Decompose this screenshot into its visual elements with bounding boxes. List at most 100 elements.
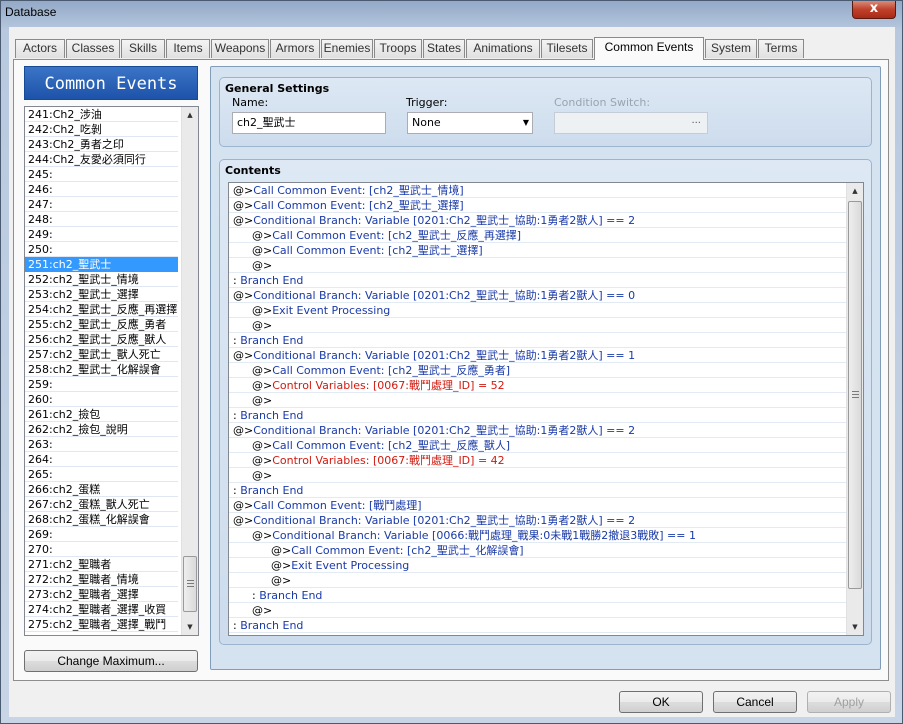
- command-line[interactable]: @>Call Common Event: [ch2_聖武士_化解誤會]: [229, 543, 846, 558]
- list-item[interactable]: 260:: [25, 392, 178, 407]
- command-line[interactable]: @>Call Common Event: [ch2_聖武士_反應_勇者]: [229, 363, 846, 378]
- common-events-list[interactable]: 241:Ch2_涉油 242:Ch2_吃剝 243:Ch2_勇者之印 244:Ch2_…: [24, 106, 199, 636]
- event-commands-list[interactable]: @>Call Common Event: [ch2_聖武士_情境] @>Call …: [228, 182, 864, 636]
- list-item[interactable]: 262:ch2_撿包_說明: [25, 422, 178, 437]
- command-line[interactable]: @>Call Common Event: [ch2_聖武士_選擇]: [229, 198, 846, 213]
- command-line[interactable]: : Branch End: [229, 408, 846, 423]
- list-item[interactable]: 273:ch2_聖職者_選擇: [25, 587, 178, 602]
- command-line[interactable]: @>Call Common Event: [ch2_聖武士_情境]: [229, 183, 846, 198]
- trigger-select[interactable]: None ▼: [407, 112, 533, 134]
- command-text: Exit Event Processing: [272, 304, 391, 317]
- list-item[interactable]: 274:ch2_聖職者_選擇_收買: [25, 602, 178, 617]
- list-item[interactable]: 241:Ch2_涉油: [25, 107, 178, 122]
- scroll-up-arrow-icon[interactable]: ▲: [182, 107, 198, 123]
- command-line[interactable]: @>Conditional Branch: Variable [0201:Ch2…: [229, 423, 846, 438]
- command-line[interactable]: @>Call Common Event: [ch2_聖武士_反應_獸人]: [229, 438, 846, 453]
- list-item[interactable]: 245:: [25, 167, 178, 182]
- command-line[interactable]: @>Conditional Branch: Variable [0201:Ch2…: [229, 513, 846, 528]
- list-item[interactable]: 263:: [25, 437, 178, 452]
- command-line[interactable]: @>Call Common Event: [ch2_聖武士_選擇]: [229, 243, 846, 258]
- command-line[interactable]: @>: [229, 318, 846, 333]
- contents-scrollbar[interactable]: ▲ ▼: [846, 183, 863, 635]
- list-item[interactable]: 271:ch2_聖職者: [25, 557, 178, 572]
- command-line[interactable]: @>Control Variables: [0067:戰鬥處理_ID] = 42: [229, 453, 846, 468]
- command-line[interactable]: @>Conditional Branch: Variable [0201:Ch2…: [229, 288, 846, 303]
- tab-enemies[interactable]: Enemies: [321, 39, 373, 58]
- scroll-thumb[interactable]: [848, 201, 862, 589]
- command-line[interactable]: : Branch End: [229, 273, 846, 288]
- tab-terms[interactable]: Terms: [758, 39, 804, 58]
- list-item[interactable]: 261:ch2_撿包: [25, 407, 178, 422]
- tab-items[interactable]: Items: [166, 39, 210, 58]
- list-item[interactable]: 247:: [25, 197, 178, 212]
- apply-button[interactable]: Apply: [807, 691, 891, 713]
- name-field[interactable]: ch2_聖武士: [232, 112, 386, 134]
- command-line[interactable]: : Branch End: [229, 483, 846, 498]
- tab-armors[interactable]: Armors: [270, 39, 320, 58]
- list-item[interactable]: 243:Ch2_勇者之印: [25, 137, 178, 152]
- tab-weapons[interactable]: Weapons: [211, 39, 269, 58]
- tab-skills[interactable]: Skills: [121, 39, 165, 58]
- close-button[interactable]: x: [852, 1, 896, 19]
- scroll-thumb[interactable]: [183, 556, 197, 612]
- command-line[interactable]: @>: [229, 258, 846, 273]
- list-item[interactable]: 252:ch2_聖武士_情境: [25, 272, 178, 287]
- list-item[interactable]: 244:Ch2_友愛必須同行: [25, 152, 178, 167]
- list-item[interactable]: 254:ch2_聖武士_反應_再選擇: [25, 302, 178, 317]
- command-line[interactable]: @>Call Common Event: [ch2_聖武士_反應_再選擇]: [229, 228, 846, 243]
- list-item[interactable]: 275:ch2_聖職者_選擇_戰鬥: [25, 617, 178, 632]
- cancel-button[interactable]: Cancel: [713, 691, 797, 713]
- change-maximum-button[interactable]: Change Maximum...: [24, 650, 198, 672]
- tab-animations[interactable]: Animations: [466, 39, 540, 58]
- list-item[interactable]: 257:ch2_聖武士_獸人死亡: [25, 347, 178, 362]
- command-line[interactable]: @>Control Variables: [0067:戰鬥處理_ID] = 52: [229, 378, 846, 393]
- tab-system[interactable]: System: [705, 39, 757, 58]
- list-item[interactable]: 264:: [25, 452, 178, 467]
- title-bar[interactable]: Database x: [1, 1, 902, 27]
- list-item[interactable]: 270:: [25, 542, 178, 557]
- command-line[interactable]: @>Call Common Event: [戰鬥處理]: [229, 498, 846, 513]
- list-item[interactable]: 272:ch2_聖職者_情境: [25, 572, 178, 587]
- command-prefix: @>: [252, 469, 273, 482]
- command-line[interactable]: @>: [229, 393, 846, 408]
- list-item[interactable]: 259:: [25, 377, 178, 392]
- tab-classes[interactable]: Classes: [66, 39, 120, 58]
- command-line[interactable]: @>Exit Event Processing: [229, 303, 846, 318]
- tab-common-events[interactable]: Common Events: [594, 37, 704, 60]
- list-item[interactable]: 250:: [25, 242, 178, 257]
- tab-tilesets[interactable]: Tilesets: [541, 39, 593, 58]
- list-item[interactable]: 256:ch2_聖武士_反應_獸人: [25, 332, 178, 347]
- list-item[interactable]: 253:ch2_聖武士_選擇: [25, 287, 178, 302]
- command-line[interactable]: : Branch End: [229, 588, 846, 603]
- command-prefix: @>: [233, 214, 254, 227]
- scroll-up-arrow-icon[interactable]: ▲: [847, 183, 863, 199]
- tab-actors[interactable]: Actors: [15, 39, 65, 58]
- list-item[interactable]: 267:ch2_蛋糕_獸人死亡: [25, 497, 178, 512]
- list-scrollbar[interactable]: ▲ ▼: [181, 107, 198, 635]
- command-line[interactable]: @>Conditional Branch: Variable [0201:Ch2…: [229, 213, 846, 228]
- command-line[interactable]: : Branch End: [229, 618, 846, 633]
- list-item[interactable]: 265:: [25, 467, 178, 482]
- command-line[interactable]: @>Conditional Branch: Variable [0201:Ch2…: [229, 348, 846, 363]
- tab-states[interactable]: States: [423, 39, 465, 58]
- list-item[interactable]: 266:ch2_蛋糕: [25, 482, 178, 497]
- command-line[interactable]: : Branch End: [229, 333, 846, 348]
- command-line[interactable]: @>: [229, 573, 846, 588]
- list-item[interactable]: 246:: [25, 182, 178, 197]
- scroll-down-arrow-icon[interactable]: ▼: [847, 619, 863, 635]
- command-line[interactable]: @>Conditional Branch: Variable [0066:戰鬥處…: [229, 528, 846, 543]
- list-item[interactable]: 268:ch2_蛋糕_化解誤會: [25, 512, 178, 527]
- command-line[interactable]: @>Exit Event Processing: [229, 558, 846, 573]
- list-item[interactable]: 269:: [25, 527, 178, 542]
- list-item[interactable]: 249:: [25, 227, 178, 242]
- list-item[interactable]: 255:ch2_聖武士_反應_勇者: [25, 317, 178, 332]
- list-item[interactable]: 242:Ch2_吃剝: [25, 122, 178, 137]
- list-item[interactable]: 258:ch2_聖武士_化解誤會: [25, 362, 178, 377]
- list-item[interactable]: 248:: [25, 212, 178, 227]
- ok-button[interactable]: OK: [619, 691, 703, 713]
- command-line[interactable]: @>: [229, 468, 846, 483]
- tab-troops[interactable]: Troops: [374, 39, 422, 58]
- command-line[interactable]: @>: [229, 603, 846, 618]
- list-item[interactable]: 251:ch2_聖武士: [25, 257, 178, 272]
- scroll-down-arrow-icon[interactable]: ▼: [182, 619, 198, 635]
